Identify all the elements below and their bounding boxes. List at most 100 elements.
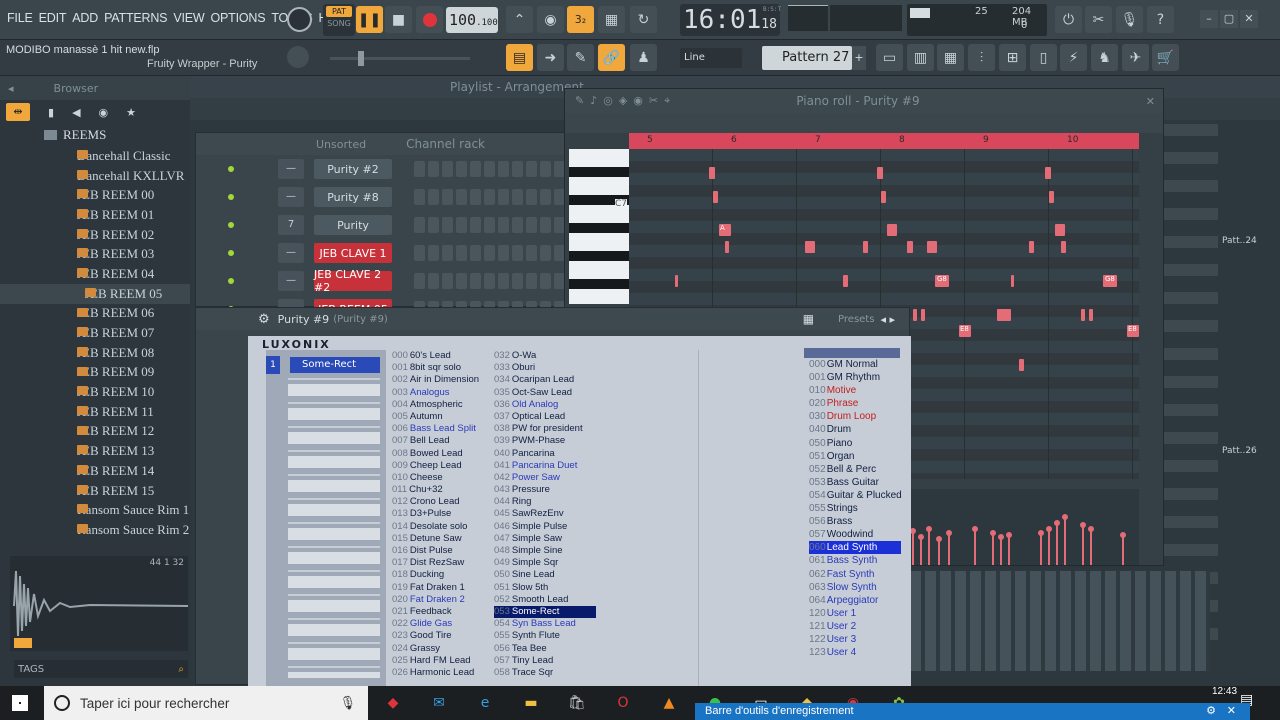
browser-item[interactable]: JEB REEM 03 (0, 244, 190, 264)
menu-add[interactable]: ADD (69, 11, 101, 25)
step-pad[interactable] (498, 273, 509, 289)
browser-item[interactable]: JEB REEM 05 (0, 283, 190, 304)
preset-item[interactable]: 045 SawRezEnv (494, 508, 596, 520)
preset-item[interactable]: 022 Glide Gas (392, 618, 492, 630)
add-pattern-button[interactable]: + (852, 46, 866, 70)
step-pad[interactable] (442, 245, 453, 261)
close-icon[interactable]: ✕ (1227, 703, 1236, 720)
step-pad[interactable] (442, 189, 453, 205)
note-labeled-e8[interactable]: E8 (959, 325, 971, 337)
step-pad[interactable] (540, 161, 551, 177)
note[interactable] (1081, 309, 1085, 321)
step-pad[interactable] (414, 189, 425, 205)
step-pad[interactable] (456, 161, 467, 177)
countdown-icon[interactable]: 3₂ (567, 6, 594, 33)
browser-item[interactable]: JEB REEM 02 (0, 225, 190, 245)
plugin-db-icon[interactable]: ◉ (99, 106, 109, 119)
category-item[interactable]: 121User 2 (809, 620, 901, 633)
channel-mixer-number[interactable]: — (278, 159, 304, 179)
browser-item[interactable]: JEB REEM 00 (0, 185, 190, 205)
browser-item[interactable]: JEB REEM 08 (0, 343, 190, 363)
channel-rack-icon[interactable]: ▦ (937, 44, 964, 71)
note-labeled-a[interactable]: A (719, 224, 731, 236)
step-pad[interactable] (470, 217, 481, 233)
browser-item[interactable]: Dancehall KXLLVR (0, 166, 190, 186)
search-icon[interactable]: ⌕ (178, 664, 184, 675)
presets-label[interactable]: Presets (838, 314, 874, 325)
menu-patterns[interactable]: PATTERNS (101, 11, 170, 25)
step-pad[interactable] (456, 245, 467, 261)
preset-item[interactable]: 047 Simple Saw (494, 533, 596, 545)
step-pad[interactable] (470, 273, 481, 289)
channel-name-button[interactable]: Purity #8 (314, 187, 392, 207)
preset-item[interactable]: 012 Crono Lead (392, 496, 492, 508)
pattern-selector[interactable]: Pattern 27 (762, 46, 852, 70)
settings-icon[interactable]: ⚙ (1206, 703, 1216, 720)
preset-item[interactable]: 036 Old Analog (494, 399, 596, 411)
preset-item[interactable]: 033 Oburi (494, 362, 596, 374)
grid-icon[interactable]: ▦ (803, 312, 814, 326)
preset-item[interactable]: 003 Analogus (392, 387, 492, 399)
recording-toolbar[interactable]: Barre d'outils d'enregistrement ⚙ ✕ (695, 703, 1250, 720)
draw-tool-icon[interactable]: ✎ (567, 44, 594, 71)
channel-row[interactable]: 7 Purity (196, 211, 579, 239)
note[interactable] (1055, 224, 1065, 236)
note[interactable] (1061, 241, 1066, 253)
note[interactable] (725, 241, 729, 253)
preset-item[interactable]: 055 Synth Flute (494, 630, 596, 642)
windows-start-icon[interactable] (12, 695, 28, 711)
preset-item[interactable]: 035 Oct-Saw Lead (494, 387, 596, 399)
preset-item[interactable]: 010 Cheese (392, 472, 492, 484)
browser-item[interactable]: Dancehall Classic (0, 146, 190, 166)
preset-item[interactable]: 017 Dist RezSaw (392, 557, 492, 569)
channel-name-button[interactable]: JEB CLAVE 2 #2 (314, 268, 392, 294)
step-pad[interactable] (484, 273, 495, 289)
vlc-icon[interactable]: ▲ (656, 692, 682, 714)
minimize-button[interactable]: – (1200, 10, 1218, 28)
category-item[interactable]: 053Bass Guitar (809, 476, 901, 489)
preset-item[interactable]: 015 Detune Saw (392, 533, 492, 545)
preset-item[interactable]: 006 Bass Lead Split (392, 423, 492, 435)
step-pad[interactable] (540, 217, 551, 233)
browser-item[interactable]: JEB REEM 04 (0, 264, 190, 284)
step-pad[interactable] (540, 273, 551, 289)
category-item[interactable]: 056Brass (809, 515, 901, 528)
preset-item[interactable]: 040 Pancarina (494, 448, 596, 460)
note[interactable] (713, 191, 718, 203)
step-pad[interactable] (428, 273, 439, 289)
master-pitch[interactable] (830, 5, 902, 31)
browser-item[interactable]: JEB REEM 12 (0, 422, 190, 442)
opera-icon[interactable]: O (610, 692, 636, 714)
browser-item[interactable]: JEB REEM 07 (0, 323, 190, 343)
note[interactable] (709, 167, 715, 179)
preset-item[interactable]: 041 Pancarina Duet (494, 460, 596, 472)
link-icon[interactable]: 🔗 (598, 44, 625, 71)
step-pad[interactable] (428, 217, 439, 233)
category-item[interactable]: 123User 4 (809, 646, 901, 659)
preset-item[interactable]: 054 Syn Bass Lead (494, 618, 596, 630)
preset-item[interactable]: 014 Desolate solo (392, 521, 492, 533)
step-pad[interactable] (498, 161, 509, 177)
category-item[interactable]: 054Guitar & Plucked (809, 489, 902, 502)
master-slider[interactable] (330, 51, 470, 66)
step-pad[interactable] (414, 273, 425, 289)
step-pad[interactable] (526, 217, 537, 233)
step-pad[interactable] (526, 245, 537, 261)
preset-item[interactable]: 046 Simple Pulse (494, 521, 596, 533)
loop-record-icon[interactable]: ↻ (630, 6, 657, 33)
preset-item[interactable]: 037 Optical Lead (494, 411, 596, 423)
step-pad[interactable] (484, 189, 495, 205)
menu-file[interactable]: FILE (4, 11, 36, 25)
category-item[interactable]: 030Drum Loop (809, 410, 901, 423)
browser-item[interactable]: JEB REEM 06 (0, 304, 190, 324)
preset-item[interactable]: 032 O-Wa (494, 350, 596, 362)
preset-item[interactable]: 057 Tiny Lead (494, 655, 596, 667)
plugin-picker-icon[interactable]: ▯ (1030, 44, 1057, 71)
step-pad[interactable] (442, 217, 453, 233)
channel-filter[interactable]: Unsorted (316, 138, 366, 151)
category-item[interactable]: 050Piano (809, 437, 901, 450)
category-item[interactable]: 060Lead Synth (809, 541, 901, 555)
step-pad[interactable] (442, 161, 453, 177)
browser-item[interactable]: JEB REEM 11 (0, 402, 190, 422)
category-item[interactable]: 040Drum (809, 423, 901, 436)
